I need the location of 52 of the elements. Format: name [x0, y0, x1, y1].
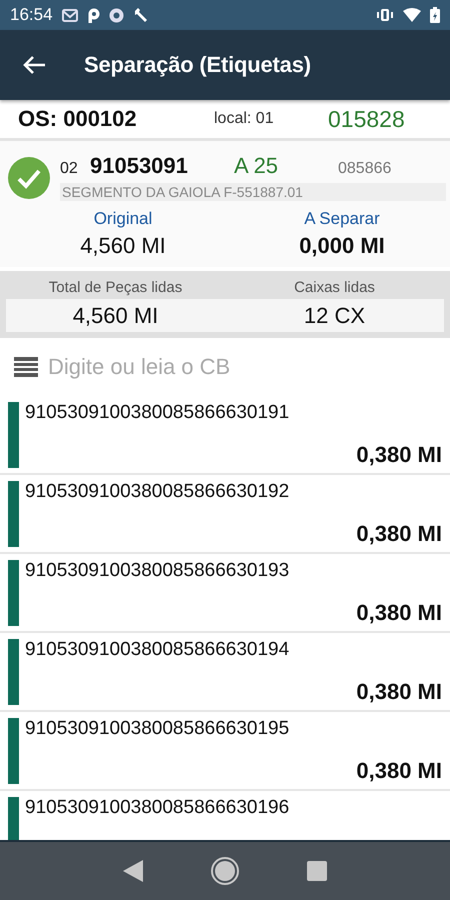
item-description: SEGMENTO DA GAIOLA F-551887.01 — [60, 183, 446, 201]
label-code: 9105309100380085866630193 — [25, 560, 290, 582]
label-code: 9105309100380085866630195 — [25, 718, 290, 740]
home-icon[interactable] — [210, 856, 240, 886]
item-sequence: 02 — [60, 160, 79, 178]
boxes-read-label: Caixas lidas — [293, 279, 376, 298]
status-bar-marker — [8, 639, 19, 705]
label-code: 9105309100380085866630194 — [25, 639, 290, 661]
item-number: 91053091 — [90, 153, 189, 179]
pieces-read-label: Total de Peças lidas — [48, 279, 184, 298]
label-quantity: 0,380 MI — [356, 679, 442, 705]
pieces-read-value: 4,560 MI — [6, 299, 225, 332]
label-code: 9105309100380085866630191 — [25, 402, 290, 424]
pending-quantity: 0,000 MI — [299, 233, 385, 259]
label-row[interactable]: 9105309100380085866630192 0,380 MI — [0, 475, 450, 554]
mail-icon — [62, 8, 78, 22]
label-row[interactable]: 9105309100380085866630191 0,380 MI — [0, 396, 450, 475]
browser-icon — [108, 8, 124, 22]
original-quantity: 4,560 MI — [80, 233, 166, 259]
label-row[interactable]: 9105309100380085866630195 0,380 MI — [0, 712, 450, 791]
order-code: 015828 — [328, 106, 405, 132]
back-arrow-icon[interactable] — [22, 55, 46, 75]
boxes-read-value: 12 CX — [225, 299, 444, 332]
location-text: local: 01 — [214, 110, 275, 128]
label-quantity: 0,380 MI — [356, 600, 442, 626]
original-label: Original — [94, 209, 152, 229]
check-icon — [8, 157, 50, 199]
clock-time: 16:54 — [10, 5, 53, 25]
label-quantity: 0,380 MI — [356, 758, 442, 784]
status-bar-marker — [8, 560, 19, 626]
item-reference: 085866 — [338, 160, 392, 178]
status-bar-marker — [8, 402, 19, 468]
status-bar-marker — [8, 481, 19, 547]
pending-label: A Separar — [304, 209, 380, 229]
label-code: 9105309100380085866630192 — [25, 481, 290, 503]
battery-icon — [430, 7, 440, 23]
wifi-icon — [403, 8, 421, 22]
back-icon[interactable] — [123, 860, 144, 882]
order-number: OS: 000102 — [18, 106, 138, 132]
label-row[interactable]: 9105309100380085866630193 0,380 MI — [0, 554, 450, 633]
label-quantity: 0,380 MI — [356, 442, 442, 468]
recents-icon[interactable] — [306, 861, 327, 881]
screen-title: Separação (Etiquetas) — [84, 52, 311, 78]
barcode-icon — [14, 357, 38, 377]
status-bar-marker — [8, 718, 19, 784]
barcode-input-field[interactable]: Digite ou leia o CB — [48, 354, 436, 380]
vibrate-icon — [376, 8, 394, 22]
wrench-icon — [132, 7, 149, 23]
label-code: 9105309100380085866630196 — [25, 797, 290, 819]
item-location: A 25 — [234, 153, 280, 179]
label-quantity: 0,380 MI — [356, 521, 442, 547]
label-row[interactable]: 9105309100380085866630194 0,380 MI — [0, 633, 450, 712]
